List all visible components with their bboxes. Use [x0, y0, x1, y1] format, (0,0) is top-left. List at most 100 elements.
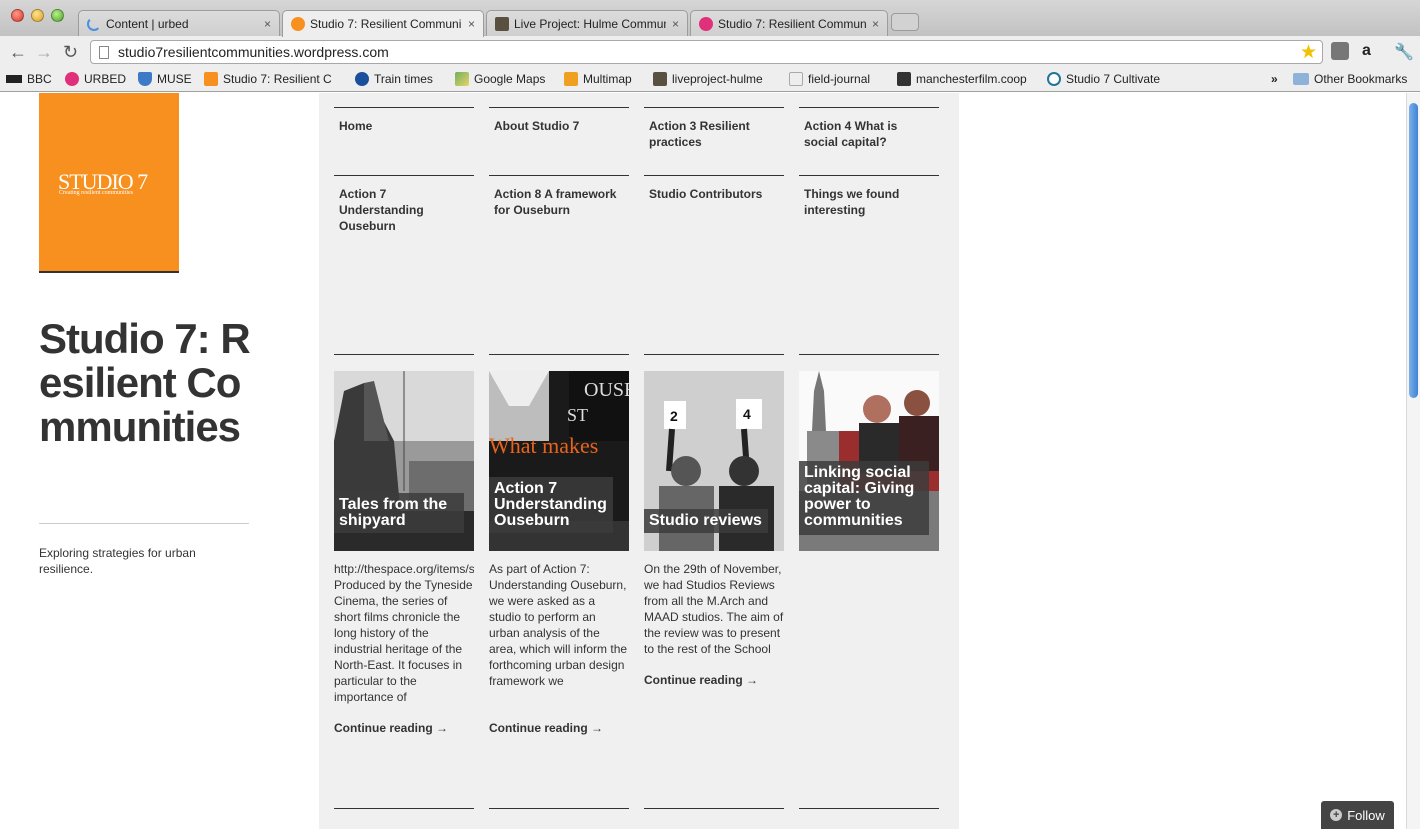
tab-content-urbed[interactable]: Content | urbed ×	[78, 10, 280, 36]
tab-bar: Content | urbed × Studio 7: Resilient Co…	[0, 0, 1420, 37]
new-tab-button[interactable]	[891, 13, 919, 31]
menu-item-action-8[interactable]: Action 8 A framework for Ouseburn	[489, 175, 629, 255]
bookmark-label: Other Bookmarks	[1314, 72, 1408, 86]
tab-title: Live Project: Hulme Commun	[514, 16, 666, 31]
folder-icon	[1293, 73, 1309, 85]
post-title: Tales from the shipyard	[334, 493, 464, 533]
divider	[644, 808, 784, 809]
back-arrow-icon[interactable]: ←	[9, 41, 27, 63]
divider	[489, 354, 629, 355]
main-content: Home About Studio 7 Action 3 Resilient p…	[319, 93, 959, 829]
bookmark-label: manchesterfilm.coop	[916, 72, 1027, 86]
urbed-favicon-icon	[699, 16, 713, 31]
bookmark-google-maps[interactable]: Google Maps	[455, 72, 545, 86]
divider	[39, 523, 249, 524]
plus-icon: +	[1330, 809, 1343, 821]
tab-close-icon[interactable]: ×	[672, 17, 679, 31]
bookmark-label: BBC	[27, 72, 52, 86]
post-excerpt: On the 29th of November, we had Studios …	[644, 562, 784, 656]
menu-item-action-4[interactable]: Action 4 What is social capital?	[799, 107, 939, 175]
liveproject-icon	[653, 72, 667, 86]
divider	[334, 808, 474, 809]
forward-arrow-icon[interactable]: →	[35, 41, 53, 63]
bookmark-bbc[interactable]: BBC	[6, 72, 52, 86]
menu-item-home[interactable]: Home	[334, 107, 474, 175]
wrench-menu-icon[interactable]: 🔧	[1394, 42, 1414, 62]
bookmark-star-icon[interactable]: ★	[1300, 41, 1317, 64]
maps-icon	[455, 72, 469, 86]
field-journal-icon	[789, 72, 803, 86]
tab-studio7-active[interactable]: Studio 7: Resilient Communi ×	[282, 10, 484, 37]
studio7-favicon-icon	[291, 17, 305, 31]
tab-title: Content | urbed	[106, 16, 189, 31]
bookmark-studio7[interactable]: Studio 7: Resilient C	[204, 72, 340, 86]
score-card-right: 4	[743, 406, 751, 422]
minimize-window-button[interactable]	[31, 9, 44, 22]
tab-close-icon[interactable]: ×	[264, 17, 271, 31]
post-title: Studio reviews	[644, 509, 768, 533]
bookmark-label: field-journal	[808, 72, 871, 86]
close-window-button[interactable]	[11, 9, 24, 22]
orange-phrase-text: What makes	[489, 433, 598, 458]
menu-item-contributors[interactable]: Studio Contributors	[644, 175, 784, 255]
rail-icon	[355, 72, 369, 86]
vertical-scrollbar[interactable]	[1406, 93, 1420, 829]
post-thumbnail-social-capital[interactable]: Linking social capital: Giving power to …	[799, 371, 939, 551]
chevron-double-right-icon: »	[1271, 72, 1278, 86]
tab-studio7-second[interactable]: Studio 7: Resilient Communi ×	[690, 10, 888, 36]
scrollbar-thumb[interactable]	[1409, 103, 1418, 398]
bookmark-studio7-cultivate[interactable]: Studio 7 Cultivate	[1047, 72, 1160, 86]
bookmark-muse[interactable]: MUSE	[138, 72, 192, 86]
menu-item-action-3[interactable]: Action 3 Resilient practices	[644, 107, 784, 175]
film-icon	[897, 72, 911, 86]
bookmark-train-times[interactable]: Train times	[355, 72, 433, 86]
divider	[334, 354, 474, 355]
bookmark-label: URBED	[84, 72, 127, 86]
bookmark-label: Studio 7: Resilient C	[223, 72, 332, 86]
browser-toolbar: ← → ↻ studio7resilientcommunities.wordpr…	[0, 36, 1420, 68]
multimap-icon	[564, 72, 578, 86]
bookmark-liveproject-hulme[interactable]: liveproject-hulme	[653, 72, 763, 86]
menu-item-things-found[interactable]: Things we found interesting	[799, 175, 939, 255]
liveproject-favicon-icon	[495, 16, 509, 31]
continue-reading-link[interactable]: Continue reading →	[489, 721, 603, 735]
bookmark-label: MUSE	[157, 72, 192, 86]
address-bar[interactable]: studio7resilientcommunities.wordpress.co…	[90, 40, 1323, 64]
bookmark-label: Multimap	[583, 72, 632, 86]
amazon-icon[interactable]: a	[1362, 42, 1371, 60]
follow-button[interactable]: + Follow	[1321, 801, 1394, 829]
ouse-sign-text: OUSE	[584, 379, 629, 401]
bookmark-multimap[interactable]: Multimap	[564, 72, 632, 86]
site-title[interactable]: Studio 7: Resilient Communities	[39, 317, 254, 449]
page-viewport: STUDIO 7 Creating resilient communities …	[0, 93, 1406, 829]
ouse-st-text: ST	[567, 405, 588, 425]
reload-icon[interactable]: ↻	[63, 41, 78, 63]
bookmark-label: liveproject-hulme	[672, 72, 763, 86]
post-title: Action 7 Understanding Ouseburn	[489, 477, 613, 533]
tab-close-icon[interactable]: ×	[872, 17, 879, 31]
bookmark-field-journal[interactable]: field-journal	[789, 72, 870, 86]
extension-icon[interactable]	[1331, 42, 1349, 60]
menu-item-about[interactable]: About Studio 7	[489, 107, 629, 175]
zoom-window-button[interactable]	[51, 9, 64, 22]
post-excerpt: As part of Action 7: Understanding Ouseb…	[489, 562, 628, 688]
site-title-text: Studio 7: Resilient Communities	[39, 315, 251, 450]
post-thumbnail-ouseburn[interactable]: OUSE ST What makes Action 7 Understandin…	[489, 371, 629, 551]
tab-title: Studio 7: Resilient Communi	[718, 16, 866, 31]
menu-item-action-7[interactable]: Action 7 Understanding Ouseburn	[334, 175, 474, 255]
bookmark-manchesterfilm[interactable]: manchesterfilm.coop	[897, 72, 1027, 86]
bookmark-other-bookmarks[interactable]: Other Bookmarks	[1293, 72, 1407, 86]
site-logo[interactable]: STUDIO 7 Creating resilient communities	[39, 93, 179, 273]
continue-reading-link[interactable]: Continue reading →	[644, 673, 758, 687]
bookmarks-overflow-chevron[interactable]: »	[1271, 72, 1278, 86]
post-title: Linking social capital: Giving power to …	[799, 461, 929, 535]
follow-label: Follow	[1347, 807, 1385, 823]
tab-title: Studio 7: Resilient Communi	[310, 17, 462, 31]
url-text: studio7resilientcommunities.wordpress.co…	[118, 44, 389, 60]
tab-live-project[interactable]: Live Project: Hulme Commun ×	[486, 10, 688, 36]
continue-reading-link[interactable]: Continue reading →	[334, 721, 448, 735]
bookmark-urbed[interactable]: URBED	[65, 72, 126, 86]
tab-close-icon[interactable]: ×	[468, 17, 475, 31]
post-thumbnail-studio-reviews[interactable]: 2 4 Studio reviews	[644, 371, 784, 551]
post-thumbnail-shipyard[interactable]: Tales from the shipyard	[334, 371, 474, 551]
